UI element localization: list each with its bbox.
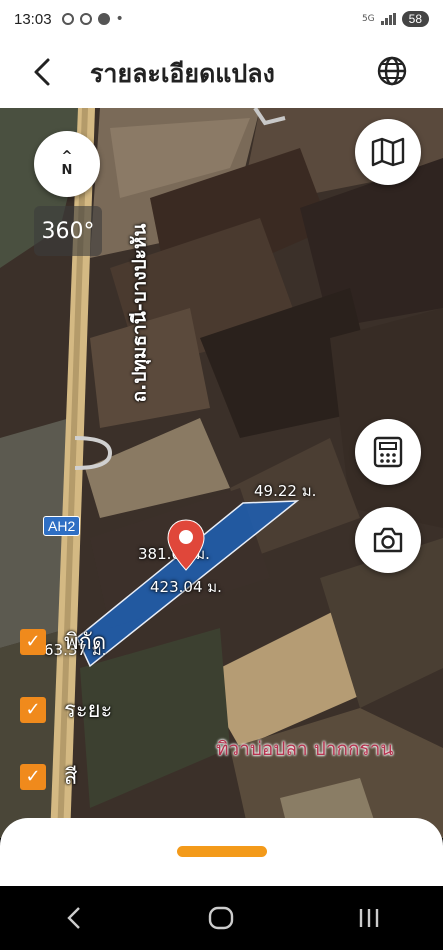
checkbox-checked-icon[interactable]: ✓	[20, 628, 46, 655]
compass-north-label: N	[61, 162, 73, 178]
highway-shield: AH2	[43, 516, 81, 536]
layer-label: ระยะ	[64, 698, 113, 723]
road-label: ถ.ปทุมธานี-บางปะหัน	[128, 223, 151, 403]
nav-home-button[interactable]	[191, 898, 251, 938]
language-button[interactable]	[373, 52, 411, 90]
nav-back-button[interactable]	[44, 898, 104, 938]
checkbox-checked-icon[interactable]: ✓	[20, 763, 46, 790]
notification-icons: •	[61, 11, 124, 27]
chrome-icon	[61, 13, 74, 25]
network-type: 5G	[361, 14, 375, 24]
more-notifications-icon: •	[115, 11, 124, 27]
map-layer-button[interactable]	[355, 119, 421, 185]
page-title: รายละเอียดแปลง	[90, 59, 275, 88]
nav-home-icon	[209, 906, 234, 930]
checkbox-checked-icon[interactable]: ✓	[20, 696, 46, 723]
camera-icon	[373, 527, 403, 553]
nav-recents-button[interactable]	[339, 898, 399, 938]
calculator-icon	[373, 436, 403, 468]
heading-readout: 360°	[34, 206, 102, 256]
layer-toggle-distance[interactable]: ✓ ระยะ	[20, 692, 112, 727]
map-icon	[371, 137, 405, 167]
nav-recents-icon	[359, 909, 379, 927]
place-label: ทิวาบ่อปลา ปากกราน	[216, 738, 394, 760]
globe-icon	[377, 56, 407, 86]
layer-label: พิกัด	[64, 630, 107, 655]
line-app-icon	[97, 13, 110, 25]
signal-icon	[380, 13, 396, 25]
satellite-map[interactable]: ^ N 360° ถ.ปทุมธานี-บางปะหัน AH2 49.22 ม…	[0, 108, 443, 838]
location-pin-icon[interactable]	[166, 518, 206, 574]
measure-top-right: 49.22 ม.	[254, 482, 317, 500]
status-time: 13:03	[14, 10, 52, 28]
layer-label: สี	[64, 765, 78, 790]
measure-long-bottom: 423.04 ม.	[150, 578, 222, 596]
north-arrow-icon: ^	[61, 148, 73, 164]
layer-toggle-coordinates[interactable]: ✓ พิกัด	[20, 624, 106, 659]
back-button[interactable]	[24, 54, 60, 90]
status-right: 5G 58	[362, 11, 429, 27]
sheet-drag-handle[interactable]	[177, 846, 267, 857]
calculator-button[interactable]	[355, 419, 421, 485]
bottom-sheet[interactable]	[0, 818, 443, 886]
chrome-icon	[79, 13, 92, 25]
camera-button[interactable]	[355, 507, 421, 573]
battery-icon: 58	[401, 11, 429, 27]
status-bar: 13:03 • 5G 58	[0, 0, 443, 38]
chevron-left-icon	[34, 58, 50, 86]
app-header: รายละเอียดแปลง	[0, 38, 443, 108]
layer-toggle-color[interactable]: ✓ สี	[20, 759, 77, 794]
nav-back-icon	[67, 907, 80, 929]
compass-button[interactable]: ^ N	[34, 131, 100, 197]
system-nav-bar	[0, 886, 443, 950]
